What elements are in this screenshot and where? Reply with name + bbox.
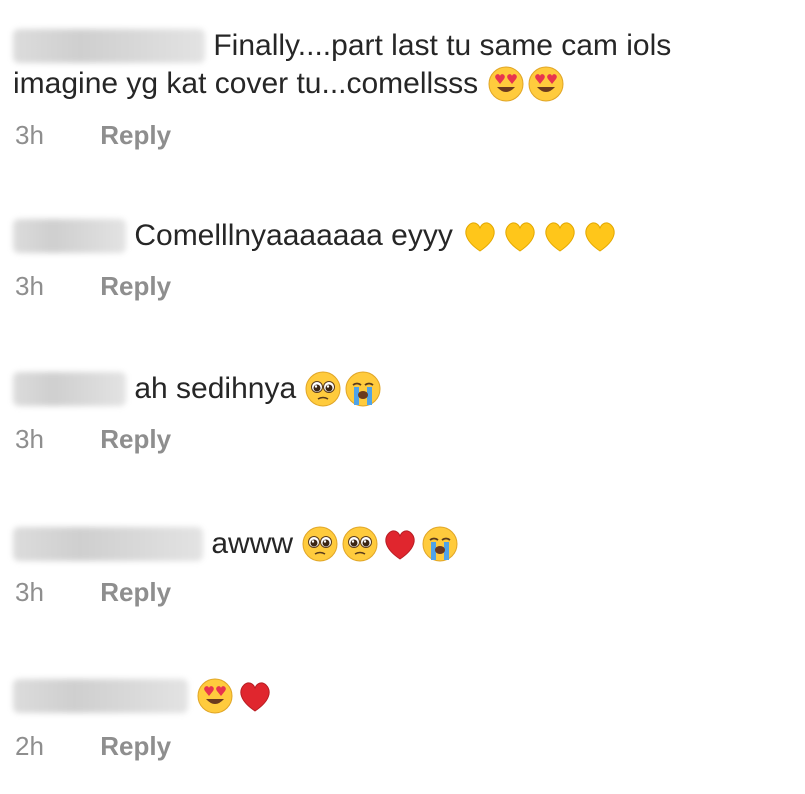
username-blurred[interactable] xyxy=(13,29,205,64)
comment-timestamp: 3h xyxy=(15,424,44,454)
crying-face-icon xyxy=(421,525,459,563)
yellow-heart-icon xyxy=(461,217,499,255)
comment-meta: 3h Reply xyxy=(15,424,171,454)
comment-text: imagine yg kat cover tu...comellsss xyxy=(13,67,479,101)
comment-timestamp: 3h xyxy=(15,120,44,150)
comment-text-line xyxy=(13,674,276,717)
comment-text-line: awww xyxy=(13,522,461,565)
reply-button[interactable]: Reply xyxy=(100,424,171,454)
emoji-group xyxy=(301,526,461,562)
comment-meta: 3h Reply xyxy=(15,271,171,301)
comment-meta: 2h Reply xyxy=(15,731,171,761)
comment-text-line: ah sedihnya xyxy=(13,367,384,410)
comment-timestamp: 3h xyxy=(15,577,44,607)
reply-button[interactable]: Reply xyxy=(100,120,171,150)
emoji-group xyxy=(196,678,276,714)
red-heart-icon xyxy=(236,677,274,715)
comment-text: Comelllnyaaaaaaa eyyy xyxy=(134,219,453,253)
username-blurred[interactable] xyxy=(13,527,203,562)
emoji-group xyxy=(461,218,621,252)
comment-text: awww xyxy=(211,527,294,561)
comment-timestamp: 2h xyxy=(15,731,44,761)
username-blurred[interactable] xyxy=(13,372,126,407)
reply-button[interactable]: Reply xyxy=(100,271,171,301)
reply-button[interactable]: Reply xyxy=(100,731,171,761)
comment-text-line: Comelllnyaaaaaaa eyyy xyxy=(13,214,621,257)
comment-text-line: imagine yg kat cover tu...comellsss xyxy=(13,62,567,105)
pleading-face-icon xyxy=(301,525,339,563)
comment-timestamp: 3h xyxy=(15,271,44,301)
pleading-face-icon xyxy=(341,525,379,563)
yellow-heart-icon xyxy=(501,217,539,255)
username-blurred[interactable] xyxy=(13,679,188,714)
yellow-heart-icon xyxy=(541,217,579,255)
heart-eyes-icon xyxy=(196,677,234,715)
comment-text: ah sedihnya xyxy=(134,372,297,406)
username-blurred[interactable] xyxy=(13,219,126,254)
crying-face-icon xyxy=(344,370,382,408)
comment-text-line: Finally....part last tu same cam iols xyxy=(13,24,671,67)
red-heart-icon xyxy=(381,525,419,563)
comment-meta: 3h Reply xyxy=(15,120,171,150)
heart-eyes-icon xyxy=(527,65,565,103)
reply-button[interactable]: Reply xyxy=(100,577,171,607)
comment-meta: 3h Reply xyxy=(15,577,171,607)
emoji-group xyxy=(487,66,567,102)
emoji-group xyxy=(304,371,384,407)
yellow-heart-icon xyxy=(581,217,619,255)
heart-eyes-icon xyxy=(487,65,525,103)
pleading-face-icon xyxy=(304,370,342,408)
comment-text: Finally....part last tu same cam iols xyxy=(213,29,672,63)
